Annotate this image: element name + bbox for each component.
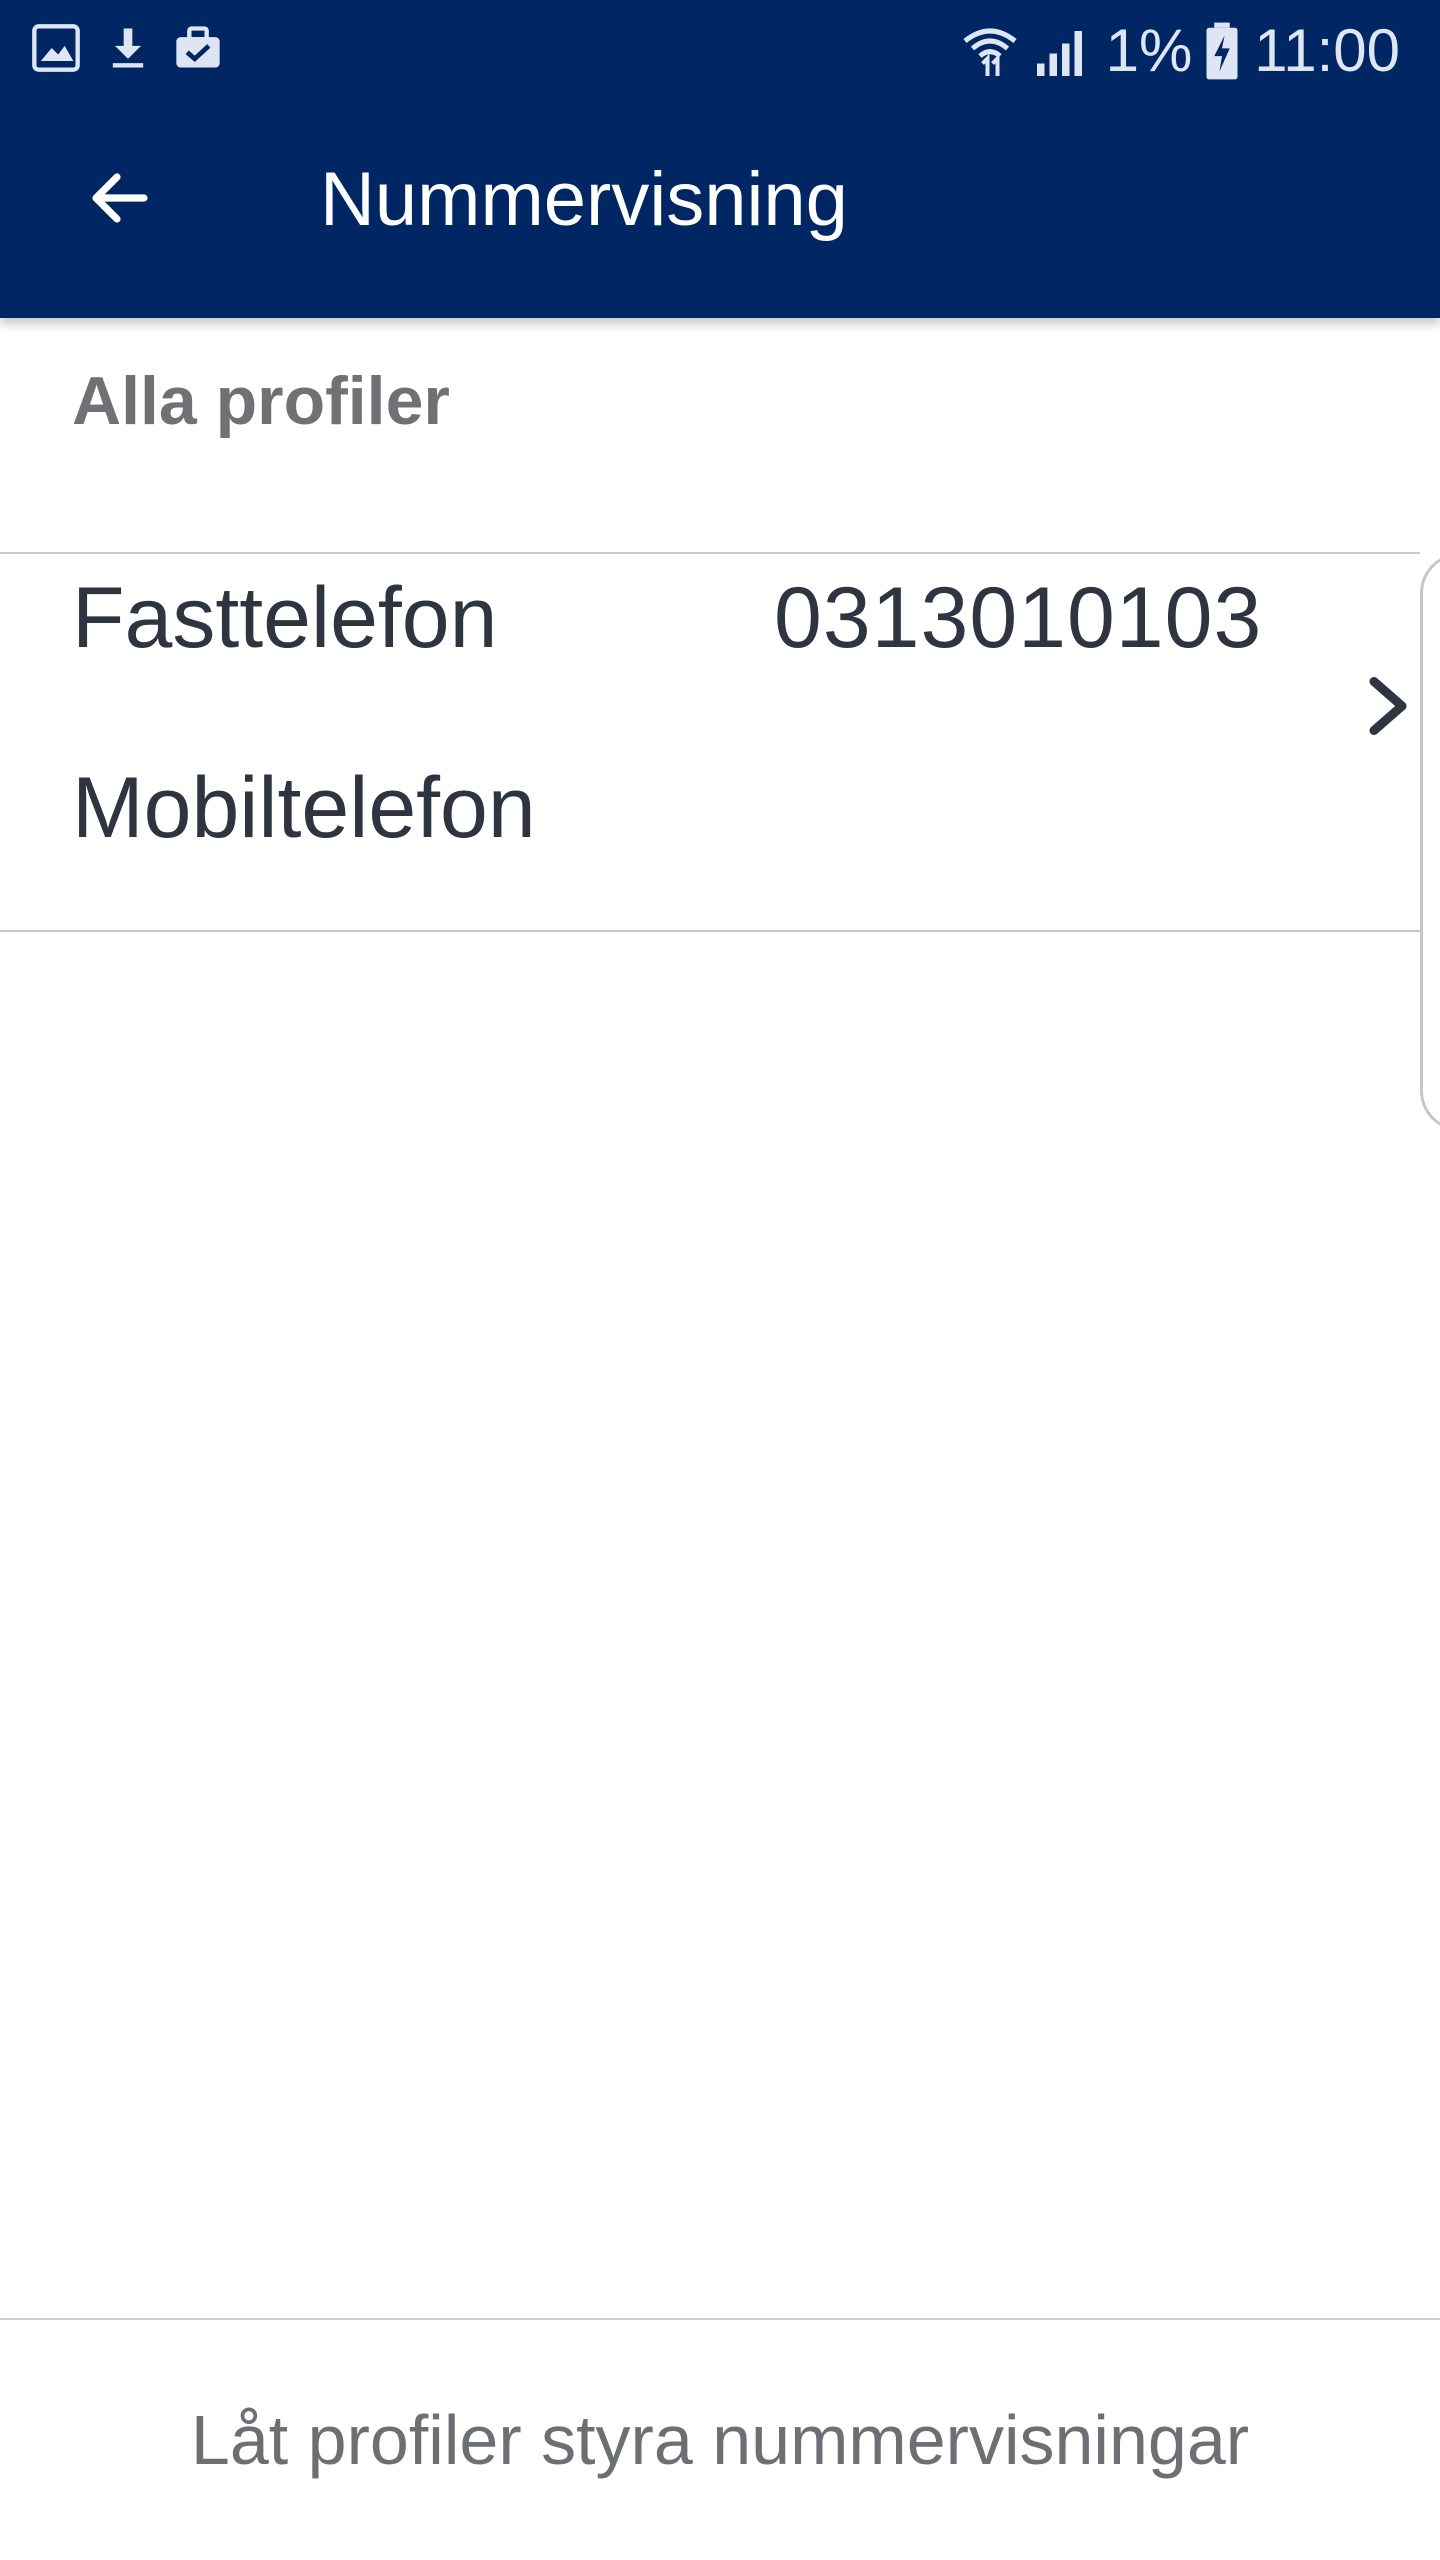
next-card-edge[interactable]: [1420, 553, 1440, 1131]
signal-icon: [1036, 31, 1082, 76]
profile-card[interactable]: Fasttelefon 0313010103 Mobiltelefon: [0, 553, 1440, 931]
status-bar: 1% 11:00: [0, 0, 1440, 100]
profile-control-label: Låt profiler styra nummervisningar: [190, 2401, 1250, 2479]
row-value-fasttelefon: 0313010103: [774, 570, 1263, 666]
divider-bottom: [0, 930, 1420, 932]
clock: 11:00: [1254, 17, 1400, 84]
page-title: Nummervisning: [320, 157, 848, 242]
profile-control-button[interactable]: Låt profiler styra nummervisningar: [0, 2318, 1440, 2560]
row-label-mobiltelefon: Mobiltelefon: [72, 760, 536, 856]
toolbar: Nummervisning: [0, 100, 1440, 318]
download-icon: [112, 28, 144, 68]
briefcase-check-icon: [176, 26, 220, 68]
section-header: Alla profiler: [72, 363, 450, 439]
back-button[interactable]: [60, 138, 180, 258]
row-label-fasttelefon: Fasttelefon: [72, 570, 498, 666]
arrow-left-icon: [92, 173, 148, 223]
battery-charging-icon: [1206, 22, 1238, 80]
gallery-icon: [32, 24, 80, 72]
wifi-icon: [963, 28, 1017, 76]
status-right: 1% 11:00: [960, 12, 1400, 90]
battery-percent: 1%: [1105, 17, 1193, 84]
app-bar: 1% 11:00 Nummervisning: [0, 0, 1440, 318]
chevron-right-icon: [1369, 676, 1407, 736]
